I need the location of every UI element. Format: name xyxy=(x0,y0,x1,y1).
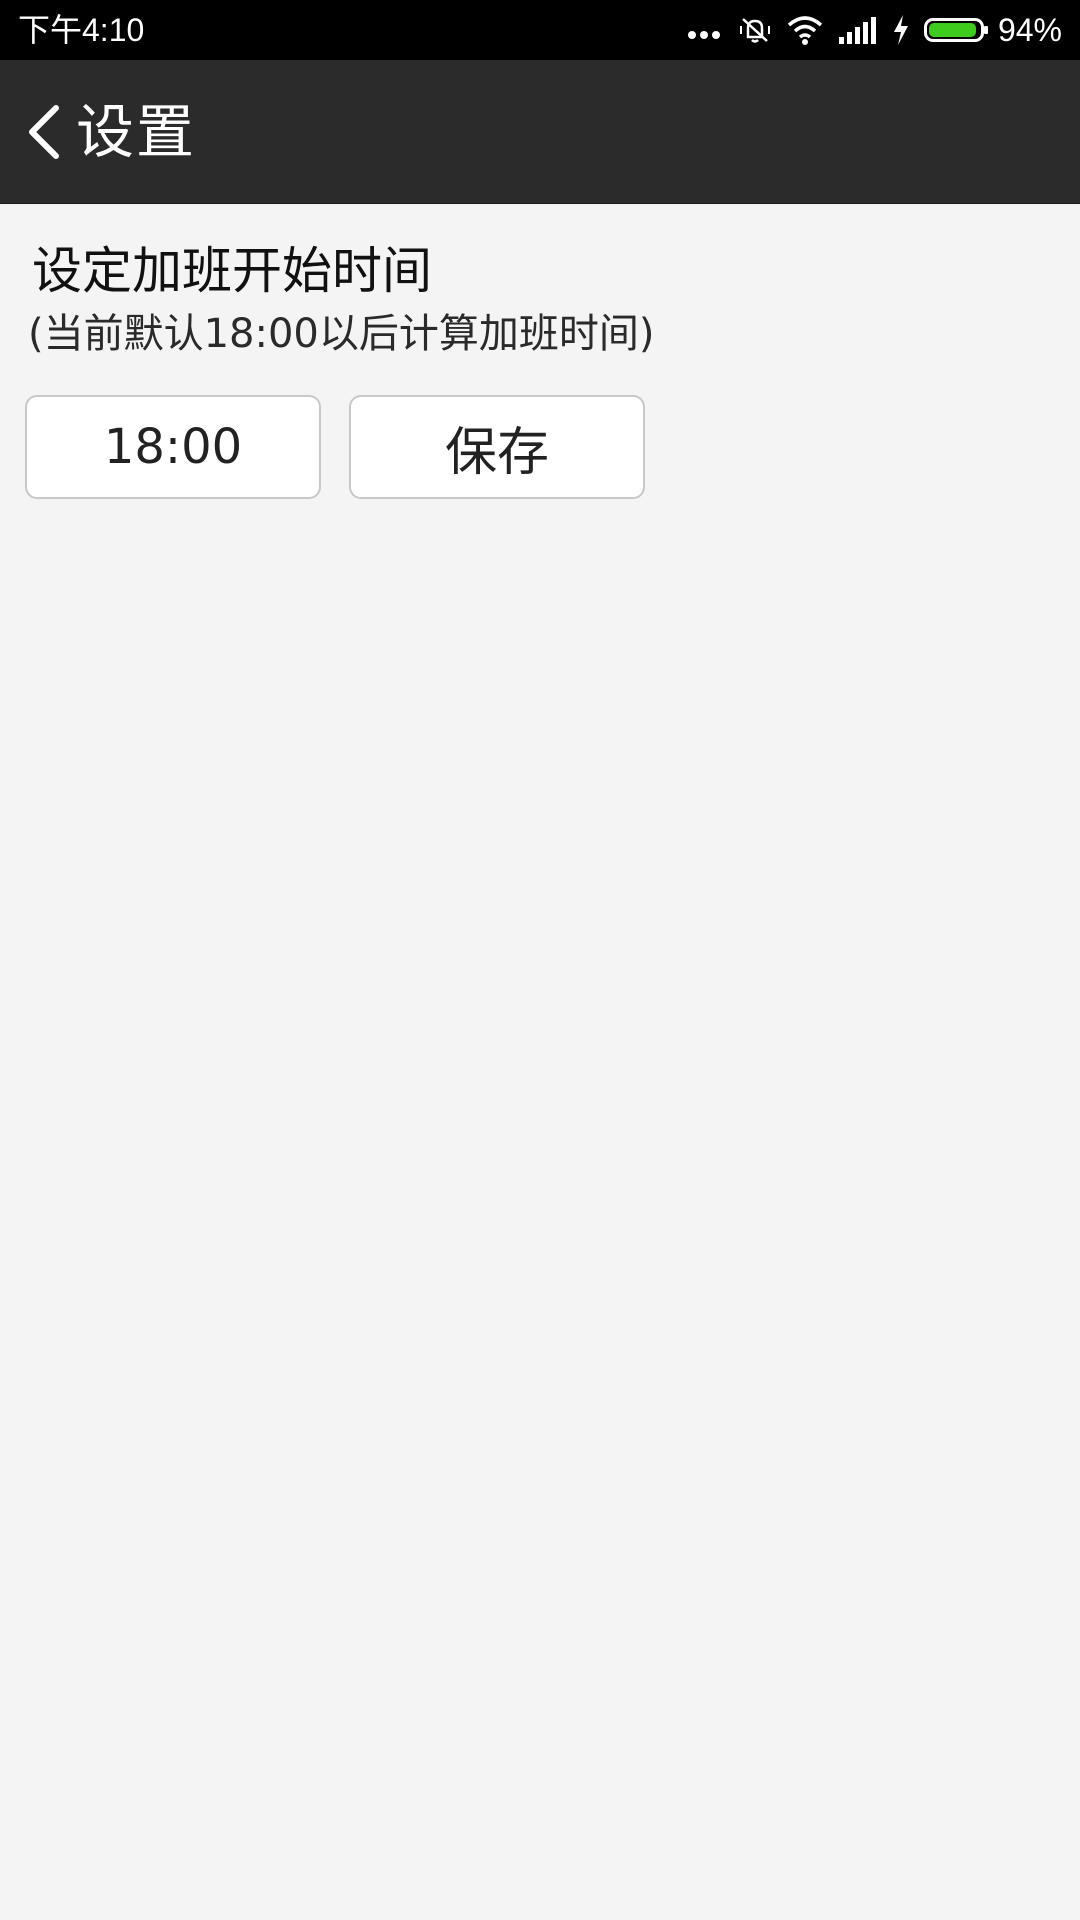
title-bar: 设置 xyxy=(0,60,1080,204)
battery-percent: 94% xyxy=(997,12,1062,48)
status-time: 下午4:10 xyxy=(18,12,145,48)
battery-level-fill xyxy=(928,23,976,37)
overtime-default-hint: (当前默认18:00以后计算加班时间) xyxy=(28,311,655,357)
charging-icon xyxy=(893,15,908,45)
more-dots-icon xyxy=(687,21,724,39)
vibrate-mute-icon xyxy=(739,18,770,43)
battery-icon xyxy=(923,18,988,42)
back-button[interactable] xyxy=(14,100,74,164)
overtime-time-button[interactable]: 18:00 xyxy=(25,395,321,499)
signal-icon xyxy=(838,17,876,44)
wifi-icon xyxy=(787,16,823,45)
settings-screen: 下午4:10 94% 设置 设定加班开始时间 (当前默认18:00以后计算加班时… xyxy=(0,0,1080,1920)
chevron-left-icon xyxy=(29,105,59,159)
status-bar: 下午4:10 94% xyxy=(0,0,1080,60)
page-title: 设置 xyxy=(76,98,197,166)
save-button[interactable]: 保存 xyxy=(349,395,645,499)
status-icons: 94% xyxy=(674,0,1062,60)
overtime-setting-title: 设定加班开始时间 xyxy=(32,242,432,300)
